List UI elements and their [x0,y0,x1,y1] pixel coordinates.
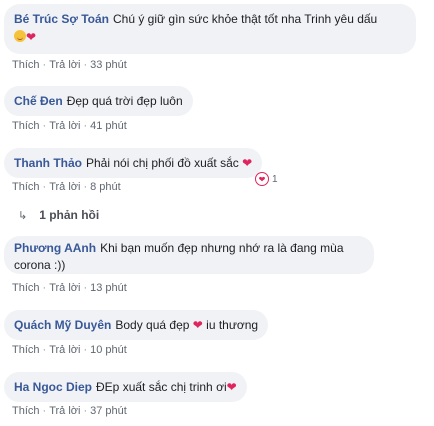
reply-link[interactable]: Trả lời [49,181,80,193]
comment-text: ĐEp xuất sắc chị trinh ơi [96,380,227,394]
heart-icon: ❤ [26,30,37,44]
like-link[interactable]: Thích [12,344,40,356]
comment-author[interactable]: Phương AAnh [14,241,96,255]
comment-time[interactable]: 8 phút [90,181,121,193]
comment-bubble: Thanh Thảo Phải nói chị phối đồ xuất sắc … [4,148,263,178]
replies-count[interactable]: 1 phản hồi [39,208,99,222]
heart-eyes-icon [14,30,26,42]
like-link[interactable]: Thích [12,405,40,417]
comment-bubble: Chế Đen Đẹp quá trời đẹp luôn [4,86,193,116]
comment-time[interactable]: 10 phút [90,344,127,356]
comment-author[interactable]: Chế Đen [14,94,63,108]
comment-time[interactable]: 33 phút [90,59,127,71]
comment-author[interactable]: Thanh Thảo [14,156,82,170]
like-link[interactable]: Thích [12,120,40,132]
comment-bubble: Quách Mỹ Duyên Body quá đẹp ❤ iu thương [4,310,269,340]
comments-panel: Bé Trúc Sợ Toán Chú ý giữ gìn sức khỏe th… [0,0,434,426]
comment-time[interactable]: 41 phút [90,120,127,132]
comment-bubble: Ha Ngoc Diep ĐEp xuất sắc chị trinh ơi❤ [4,372,247,402]
comment-bubble: Bé Trúc Sợ Toán Chú ý giữ gìn sức khỏe th… [4,4,416,54]
comment-author[interactable]: Quách Mỹ Duyên [14,318,111,332]
view-replies-link[interactable]: ↳ 1 phản hồi [18,208,99,222]
reply-link[interactable]: Trả lời [49,59,80,71]
reply-link[interactable]: Trả lời [49,344,80,356]
reaction-count: 1 [272,173,278,185]
comment-time[interactable]: 13 phút [90,282,127,294]
comment-text: Phải nói chị phối đồ xuất sắc [86,156,239,170]
love-reaction-icon: ❤ [255,172,269,186]
reply-arrow-icon: ↳ [18,209,28,222]
reply-link[interactable]: Trả lời [49,282,80,294]
comment-text: Chú ý giữ gìn sức khỏe thật tốt nha Trin… [113,12,378,26]
like-link[interactable]: Thích [12,59,40,71]
comment-actions: Thích · Trả lời · 10 phút [12,344,127,356]
emoji-reaction-icon: ❤ [14,29,406,46]
comment-actions: Thích · Trả lời · 33 phút [12,59,127,71]
comment-author[interactable]: Ha Ngoc Diep [14,380,92,394]
comment-time[interactable]: 37 phút [90,405,127,417]
reaction-badge[interactable]: ❤ 1 [255,172,278,186]
comment-text: Đẹp quá trời đẹp luôn [66,94,183,108]
comment-text-tail: iu thương [206,318,259,332]
comment-actions: Thích · Trả lời · 41 phút [12,120,127,132]
comment-actions: Thích · Trả lời · 8 phút [12,181,121,193]
comment-actions: Thích · Trả lời · 37 phút [12,405,127,417]
heart-icon: ❤ [226,380,237,394]
heart-icon: ❤ [192,318,203,332]
like-link[interactable]: Thích [12,282,40,294]
reply-link[interactable]: Trả lời [49,405,80,417]
heart-icon: ❤ [242,156,253,170]
comment-text: Body quá đẹp [115,318,190,332]
like-link[interactable]: Thích [12,181,40,193]
comment-bubble: Phương AAnh Khi bạn muốn đẹp nhưng nhớ ra… [4,236,374,274]
reply-link[interactable]: Trả lời [49,120,80,132]
comment-author[interactable]: Bé Trúc Sợ Toán [14,12,109,26]
comment-actions: Thích · Trả lời · 13 phút [12,282,127,294]
